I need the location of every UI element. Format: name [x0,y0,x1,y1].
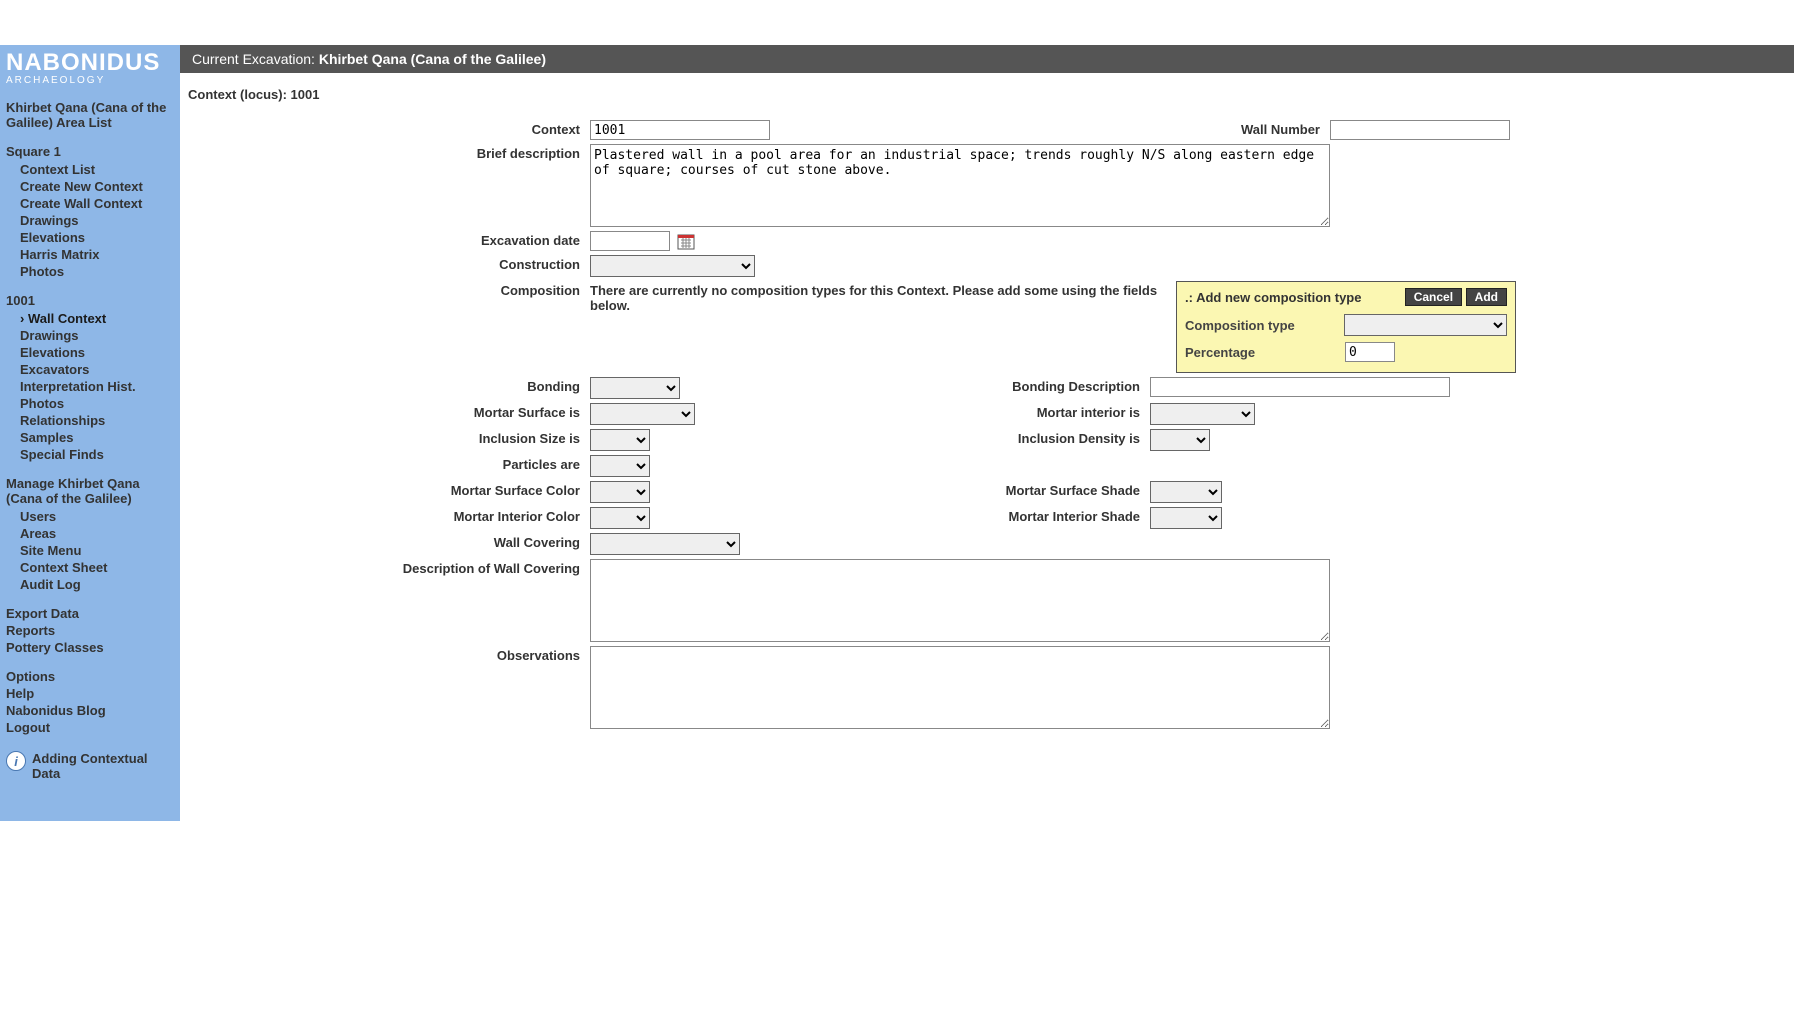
sidebar-item-interpretation-hist[interactable]: Interpretation Hist. [20,379,174,394]
mortar-surface-color-select[interactable] [590,481,650,503]
sidebar-item-label: Wall Context [28,311,106,326]
sidebar-area-heading[interactable]: Khirbet Qana (Cana of the Galilee) Area … [6,100,174,130]
label-mortar-interior-shade: Mortar Interior Shade [710,507,1150,524]
label-inclusion-size: Inclusion Size is [180,429,590,446]
mortar-surface-shade-select[interactable] [1150,481,1222,503]
sidebar-item-samples[interactable]: Samples [20,430,174,445]
sidebar-item-context-list[interactable]: Context List [20,162,174,177]
sidebar-item-users[interactable]: Users [20,509,174,524]
label-mortar-interior-color: Mortar Interior Color [180,507,590,524]
label-observations: Observations [180,646,590,663]
sidebar-item-harris-matrix[interactable]: Harris Matrix [20,247,174,262]
label-bonding-description: Bonding Description [690,377,1150,394]
label-composition: Composition [180,281,590,298]
label-percentage: Percentage [1185,345,1345,360]
calendar-icon[interactable] [676,231,696,251]
sidebar-item-logout[interactable]: Logout [6,720,174,735]
sidebar-item-excavators[interactable]: Excavators [20,362,174,377]
sidebar-item-pottery-classes[interactable]: Pottery Classes [6,640,174,655]
brand-name: NABONIDUS [6,51,174,75]
sidebar-context-heading[interactable]: 1001 [6,293,174,308]
bonding-description-input[interactable] [1150,377,1450,397]
sidebar-item-special-finds[interactable]: Special Finds [20,447,174,462]
percentage-input[interactable] [1345,342,1395,362]
context-input[interactable] [590,120,770,140]
label-mortar-interior-is: Mortar interior is [710,403,1150,420]
composition-add-panel: .: Add new composition type Cancel Add C… [1176,281,1516,373]
bonding-select[interactable] [590,377,680,399]
inclusion-density-select[interactable] [1150,429,1210,451]
sidebar-item-context-drawings[interactable]: Drawings [20,328,174,343]
sidebar-item-options[interactable]: Options [6,669,174,684]
sidebar-item-help[interactable]: Help [6,686,174,701]
label-context: Context [180,120,590,137]
excavation-date-input[interactable] [590,231,670,251]
context-title: Context (locus): 1001 [188,87,1794,102]
brief-description-textarea[interactable] [590,144,1330,227]
composition-panel-title: .: Add new composition type [1185,290,1361,305]
label-wall-covering: Wall Covering [180,533,590,550]
sidebar-manage-heading: Manage Khirbet Qana (Cana of the Galilee… [6,476,174,506]
sidebar-item-blog[interactable]: Nabonidus Blog [6,703,174,718]
label-bonding: Bonding [180,377,590,394]
sidebar-item-drawings[interactable]: Drawings [20,213,174,228]
mortar-surface-is-select[interactable] [590,403,695,425]
sidebar-item-create-wall-context[interactable]: Create Wall Context [20,196,174,211]
label-brief-description: Brief description [180,144,590,161]
sidebar-item-export-data[interactable]: Export Data [6,606,174,621]
main-content: Current Excavation: Khirbet Qana (Cana o… [180,45,1794,821]
sidebar-item-audit-log[interactable]: Audit Log [20,577,174,592]
sidebar-item-reports[interactable]: Reports [6,623,174,638]
label-wall-number: Wall Number [770,120,1330,137]
label-desc-wall-covering: Description of Wall Covering [180,559,590,576]
topbar-prefix: Current Excavation: [192,51,319,67]
brand-subtitle: ARCHAEOLOGY [6,75,174,86]
label-excavation-date: Excavation date [180,231,590,248]
topbar-site-name: Khirbet Qana (Cana of the Galilee) [319,51,546,67]
sidebar-item-context-photos[interactable]: Photos [20,396,174,411]
label-particles-are: Particles are [180,455,590,472]
label-inclusion-density: Inclusion Density is [710,429,1150,446]
desc-wall-covering-textarea[interactable] [590,559,1330,642]
sidebar-item-context-elevations[interactable]: Elevations [20,345,174,360]
sidebar-item-wall-context[interactable]: ›Wall Context [20,311,174,326]
label-composition-type: Composition type [1185,318,1344,333]
label-mortar-surface-color: Mortar Surface Color [180,481,590,498]
sidebar-item-create-new-context[interactable]: Create New Context [20,179,174,194]
construction-select[interactable] [590,255,755,277]
sidebar-square-heading[interactable]: Square 1 [6,144,174,159]
mortar-interior-is-select[interactable] [1150,403,1255,425]
observations-textarea[interactable] [590,646,1330,729]
sidebar-info-text: Adding Contextual Data [32,751,174,781]
sidebar-item-relationships[interactable]: Relationships [20,413,174,428]
sidebar-item-elevations[interactable]: Elevations [20,230,174,245]
inclusion-size-select[interactable] [590,429,650,451]
info-icon: i [6,751,26,771]
sidebar-item-site-menu[interactable]: Site Menu [20,543,174,558]
label-mortar-surface-shade: Mortar Surface Shade [710,481,1150,498]
cancel-button[interactable]: Cancel [1405,288,1462,306]
sidebar-item-areas[interactable]: Areas [20,526,174,541]
add-button[interactable]: Add [1466,288,1507,306]
label-mortar-surface-is: Mortar Surface is [180,403,590,420]
topbar: Current Excavation: Khirbet Qana (Cana o… [180,45,1794,73]
label-construction: Construction [180,255,590,272]
mortar-interior-shade-select[interactable] [1150,507,1222,529]
sidebar-item-context-sheet[interactable]: Context Sheet [20,560,174,575]
wall-number-input[interactable] [1330,120,1510,140]
composition-type-select[interactable] [1344,314,1507,336]
particles-are-select[interactable] [590,455,650,477]
composition-empty-message: There are currently no composition types… [590,281,1170,313]
wall-covering-select[interactable] [590,533,740,555]
mortar-interior-color-select[interactable] [590,507,650,529]
sidebar: NABONIDUS ARCHAEOLOGY Khirbet Qana (Cana… [0,45,180,821]
sidebar-info-block[interactable]: i Adding Contextual Data [6,751,174,781]
sidebar-item-photos[interactable]: Photos [20,264,174,279]
